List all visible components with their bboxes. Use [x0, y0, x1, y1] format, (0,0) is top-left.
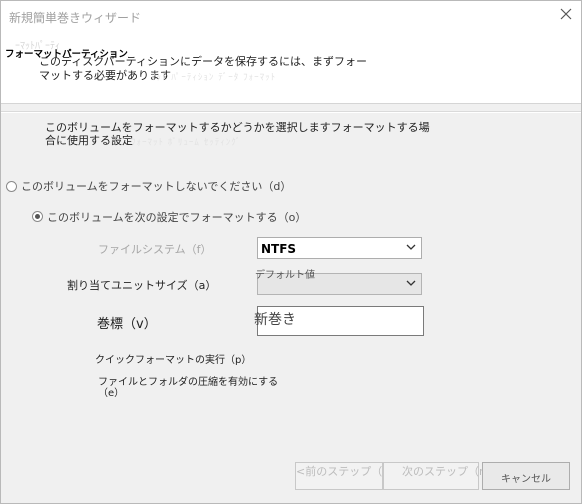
- filesystem-label: ファイルシステム（f）: [98, 243, 212, 256]
- format-label[interactable]: このボリュームを次の設定でフォーマットする（o）: [47, 209, 306, 225]
- radio-no-format[interactable]: [6, 181, 17, 192]
- unit-size-select[interactable]: デフォルト値: [255, 270, 422, 295]
- volume-label-label: 巻標（v）: [97, 317, 157, 332]
- close-icon[interactable]: [555, 6, 577, 26]
- volume-label-input[interactable]: [252, 310, 406, 328]
- header-divider: [1, 111, 581, 113]
- back-button[interactable]: <前のステップ（b）: [295, 462, 400, 490]
- wizard-header: ｰﾏｯﾄﾊﾟｰﾃｨ フォーマットパーティション このディスクパーティションにデー…: [1, 33, 581, 104]
- cancel-button[interactable]: キャンセル: [482, 462, 570, 490]
- title-bar: 新規簡単巻きウィザード: [1, 1, 581, 33]
- wizard-window: 新規簡単巻きウィザード ｰﾏｯﾄﾊﾟｰﾃｨ フォーマットパーティション このディ…: [0, 0, 582, 504]
- unit-size-label: 割り当てユニットサイズ（a）: [67, 279, 217, 292]
- close-icon-glyph: [560, 8, 572, 20]
- window-title: 新規簡単巻きウィザード: [9, 11, 142, 25]
- unit-size-value: デフォルト値: [255, 270, 315, 281]
- radio-format[interactable]: [32, 211, 43, 222]
- quick-format-label[interactable]: クイックフォーマットの実行（p）: [95, 351, 251, 366]
- chevron-down-icon: [406, 244, 416, 250]
- chevron-down-icon: [406, 280, 416, 286]
- filesystem-select[interactable]: NTFS: [257, 237, 422, 259]
- cancel-button-label: キャンセル: [501, 474, 551, 485]
- header-description-ghost: ﾏｯﾄ ﾊﾟｰﾃｨｼｮﾝ ﾃﾞｰﾀ ﾌｫｰﾏｯﾄ: [151, 73, 277, 83]
- filesystem-value: NTFS: [261, 242, 297, 256]
- intro-ghost-text: ﾌｫｰﾏｯﾄ ﾎﾞﾘｭｰﾑ ｾｯﾃｨﾝｸﾞ: [131, 138, 242, 148]
- no-format-label[interactable]: このボリュームをフォーマットしないでください（d）: [21, 178, 291, 194]
- volume-label-field[interactable]: [252, 306, 424, 336]
- next-button[interactable]: 次のステップ（n）: [383, 462, 497, 490]
- compression-label[interactable]: ファイルとフォルダの圧縮を有効にする（e）: [98, 377, 298, 399]
